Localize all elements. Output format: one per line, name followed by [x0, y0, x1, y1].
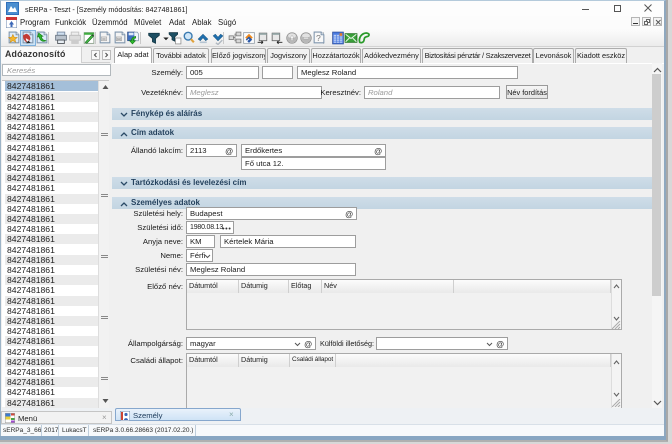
- svg-text:?: ?: [316, 33, 321, 43]
